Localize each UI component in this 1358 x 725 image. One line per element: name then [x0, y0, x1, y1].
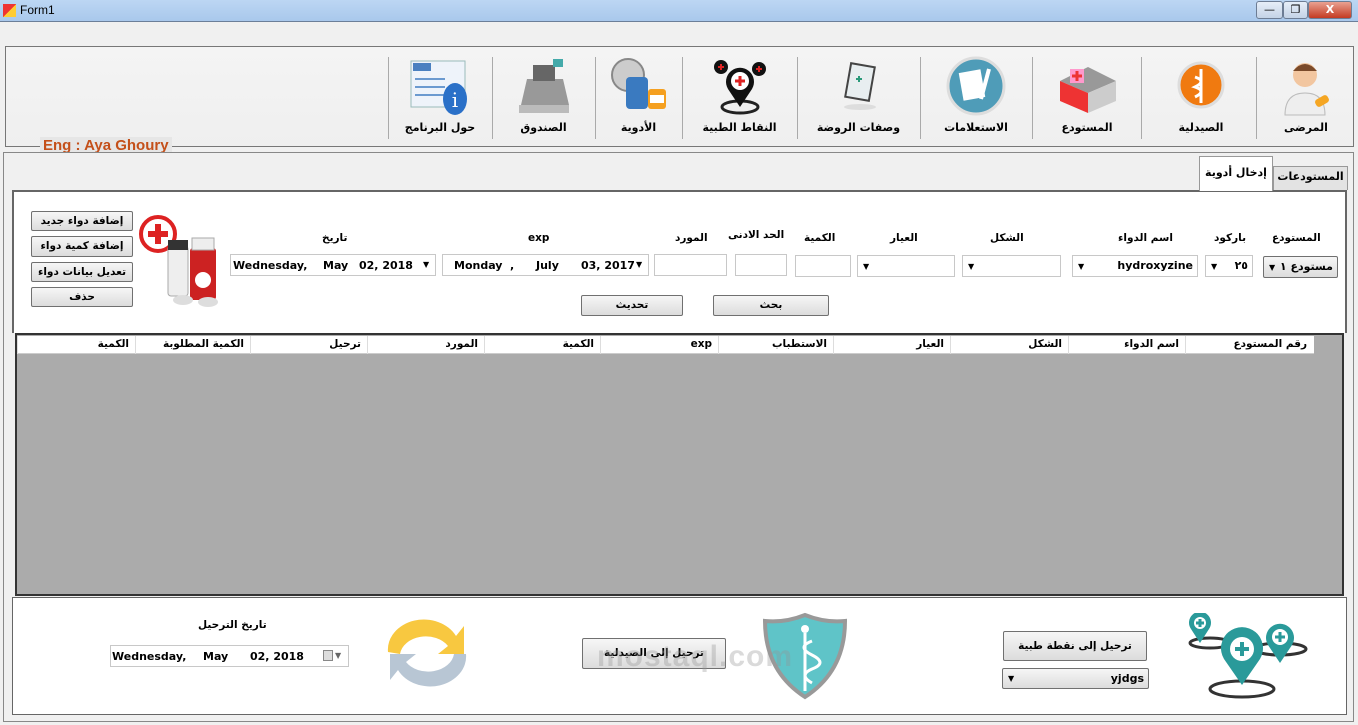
toolbar: Eng : Aya Ghoury المرضى الصيدلية المستود…	[5, 46, 1354, 154]
separator	[492, 57, 493, 139]
separator	[595, 57, 596, 139]
barcode-label: باركود	[1214, 232, 1247, 244]
medicines-icon	[610, 58, 666, 109]
barcode-select[interactable]: ▼ ٢٥	[1205, 255, 1253, 277]
column-header[interactable]: exp	[600, 336, 718, 354]
add-drug-quantity-button[interactable]: إضافة كمية دواء	[31, 236, 133, 257]
toolbar-about[interactable]: i حول البرنامج	[388, 47, 492, 146]
window-title: Form1	[20, 3, 55, 17]
toolbar-cashbox[interactable]: الصندوق	[492, 47, 595, 146]
medical-points-icon	[713, 60, 766, 115]
transfer-date-picker[interactable]: Wednesday, May 02, 2018 ▼	[110, 645, 349, 667]
separator	[1032, 57, 1033, 139]
toolbar-medicines[interactable]: الأدوية	[595, 47, 682, 146]
toolbar-inquiries[interactable]: الاستعلامات	[920, 47, 1032, 146]
tab-warehouses[interactable]: المستودعات	[1273, 166, 1348, 190]
column-header[interactable]: الشكل	[950, 336, 1068, 354]
medical-locations-icon	[1188, 613, 1308, 699]
min-limit-label: الحد الادنى	[728, 229, 785, 241]
chevron-down-icon[interactable]: ▼	[423, 260, 429, 269]
column-header[interactable]: رقم المستودع	[1185, 336, 1313, 354]
prescription-icon	[843, 62, 876, 110]
column-header[interactable]: الكمية	[484, 336, 600, 354]
calendar-icon[interactable]	[323, 650, 333, 661]
drug-name-label: اسم الدواء	[1118, 232, 1173, 244]
column-header[interactable]: الكمية	[17, 336, 135, 354]
chevron-down-icon: ▼	[863, 262, 870, 271]
warehouse-icon	[1060, 67, 1116, 113]
chevron-down-icon: ▼	[968, 262, 975, 271]
delete-button[interactable]: حذف	[31, 287, 133, 307]
separator	[1256, 57, 1257, 139]
medicine-bottles-image	[139, 215, 218, 307]
column-header[interactable]: الاستطباب	[718, 336, 833, 354]
tab-enter-medicines[interactable]: إدخال أدوية	[1199, 156, 1273, 191]
min-limit-input[interactable]	[735, 254, 787, 276]
supplier-input[interactable]	[654, 254, 727, 276]
quantity-label: الكمية	[804, 232, 836, 244]
separator	[920, 57, 921, 139]
warehouse-select[interactable]: ▼ مستودع ١	[1263, 256, 1338, 278]
separator	[682, 57, 683, 139]
separator	[797, 57, 798, 139]
date-picker[interactable]: Wednesday, May 02, 2018 ▼	[230, 254, 436, 276]
warehouse-label: المستودع	[1272, 232, 1321, 244]
chevron-down-icon: ▼	[1008, 674, 1015, 683]
supplier-label: المورد	[675, 232, 708, 244]
chevron-down-icon[interactable]: ▼	[335, 651, 341, 660]
edit-drug-button[interactable]: تعديل بيانات دواء	[31, 262, 133, 282]
sync-icon	[387, 619, 467, 687]
date-label: تاريخ	[322, 232, 348, 244]
inquiries-icon	[946, 56, 1006, 116]
watermark: mostaql.com	[597, 640, 794, 673]
add-new-drug-button[interactable]: إضافة دواء جديد	[31, 211, 133, 231]
transfer-date-label: تاريخ الترحيل	[198, 619, 267, 631]
grid-header: رقم المستودع اسم الدواء الشكل العيار الا…	[17, 336, 1314, 354]
transfer-to-medical-point-button[interactable]: ترحيل إلى نقطة طبية	[1003, 631, 1147, 661]
title-bar: Form1 — ❐ X	[0, 0, 1358, 22]
quantity-input[interactable]	[795, 255, 851, 277]
cash-register-icon	[518, 59, 569, 113]
pharmacy-icon	[1177, 61, 1225, 109]
chevron-down-icon: ▼	[1211, 262, 1218, 271]
strength-label: العيار	[890, 232, 918, 244]
toolbar-warehouse[interactable]: المستودع	[1032, 47, 1142, 146]
medical-point-select[interactable]: ▼ yjdgs	[1002, 668, 1149, 689]
chevron-down-icon: ▼	[1078, 262, 1085, 271]
drug-name-select[interactable]: ▼ hydroxyzine	[1072, 255, 1198, 277]
toolbar-medical-points[interactable]: النقاط الطبية	[682, 47, 797, 146]
column-header[interactable]: اسم الدواء	[1068, 336, 1185, 354]
refresh-button[interactable]: تحديث	[581, 295, 683, 316]
column-header[interactable]: الكمية المطلوبة	[135, 336, 250, 354]
toolbar-pharmacy[interactable]: الصيدلية	[1146, 47, 1256, 146]
chevron-down-icon[interactable]: ▼	[636, 260, 642, 269]
toolbar-prescriptions[interactable]: وصفات الروضة	[797, 47, 920, 146]
app-icon	[3, 4, 16, 17]
exp-date-picker[interactable]: Monday , July 03, 2017 ▼	[442, 254, 649, 276]
maximize-button[interactable]: ❐	[1283, 1, 1308, 19]
search-button[interactable]: بحث	[713, 295, 829, 316]
doctor-icon	[1284, 63, 1329, 116]
exp-label: exp	[528, 232, 550, 244]
column-header[interactable]: المورد	[367, 336, 484, 354]
minimize-button[interactable]: —	[1256, 1, 1283, 19]
toolbar-patients[interactable]: المرضى	[1261, 47, 1351, 146]
chevron-down-icon: ▼	[1269, 263, 1276, 272]
column-header[interactable]: العيار	[833, 336, 950, 354]
shape-select[interactable]: ▼	[962, 255, 1061, 277]
separator	[388, 57, 389, 139]
strength-select[interactable]: ▼	[857, 255, 955, 277]
about-icon: i	[410, 60, 467, 115]
column-header[interactable]: ترحيل	[250, 336, 367, 354]
svg-text:i: i	[452, 88, 458, 112]
close-button[interactable]: X	[1308, 1, 1352, 19]
shape-label: الشكل	[990, 232, 1024, 244]
drugs-grid[interactable]: رقم المستودع اسم الدواء الشكل العيار الا…	[15, 333, 1344, 596]
